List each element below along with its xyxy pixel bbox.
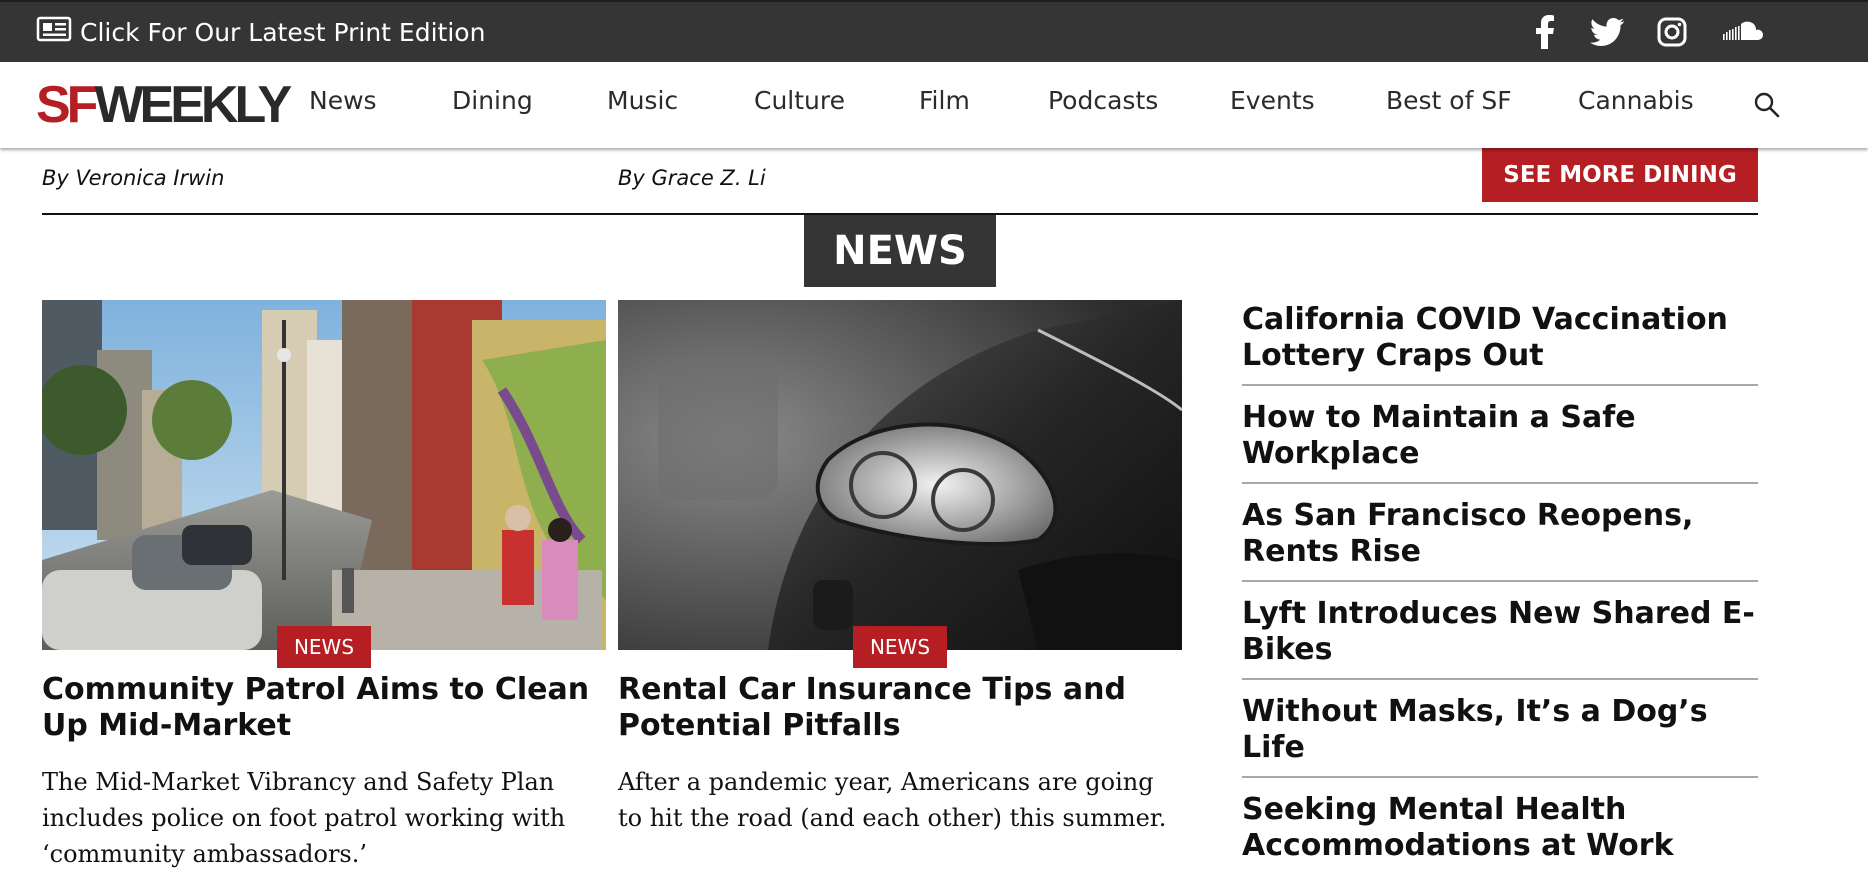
nav-item-events[interactable]: Events bbox=[1230, 86, 1315, 115]
nav-item-film[interactable]: Film bbox=[919, 86, 970, 115]
headline-item[interactable]: As San Francisco Reopens, Rents Rise bbox=[1242, 494, 1758, 582]
nav-item-news[interactable]: News bbox=[309, 86, 377, 115]
article-description: The Mid-Market Vibrancy and Safety Plan … bbox=[42, 768, 566, 868]
nav-item-podcasts[interactable]: Podcasts bbox=[1048, 86, 1158, 115]
nav-item-music[interactable]: Music bbox=[607, 86, 678, 115]
instagram-icon[interactable] bbox=[1656, 12, 1688, 52]
sf-weekly-logo[interactable]: SFWEEKLY bbox=[36, 79, 292, 131]
nav-item-culture[interactable]: Culture bbox=[754, 86, 845, 115]
see-more-dining-button[interactable]: SEE MORE DINING bbox=[1482, 148, 1758, 202]
twitter-icon[interactable] bbox=[1590, 12, 1624, 52]
nav-item-cannabis[interactable]: Cannabis bbox=[1578, 86, 1694, 115]
article-tag-news[interactable]: NEWS bbox=[853, 626, 947, 668]
nav-item-dining[interactable]: Dining bbox=[452, 86, 533, 115]
search-icon[interactable] bbox=[1752, 90, 1782, 120]
article-image-rental-car[interactable] bbox=[618, 300, 1182, 650]
article-description: After a pandemic year, Americans are goi… bbox=[618, 768, 1167, 832]
nav-item-best-of-sf[interactable]: Best of SF bbox=[1386, 86, 1512, 115]
byline-author-2[interactable]: By Grace Z. Li bbox=[618, 166, 766, 190]
article-title[interactable]: Community Patrol Aims to Clean Up Mid-Ma… bbox=[42, 672, 622, 744]
top-bar: Click For Our Latest Print Edition bbox=[0, 0, 1868, 62]
print-edition-link[interactable]: Click For Our Latest Print Edition bbox=[36, 14, 485, 50]
facebook-icon[interactable] bbox=[1530, 12, 1560, 52]
section-title: NEWS bbox=[804, 215, 996, 287]
article-tag-news[interactable]: NEWS bbox=[277, 626, 371, 668]
article-image-mid-market[interactable] bbox=[42, 300, 606, 650]
soundcloud-icon[interactable] bbox=[1720, 12, 1764, 52]
headline-list: California COVID Vaccination Lottery Cra… bbox=[1242, 298, 1758, 884]
headline-item[interactable]: Seeking Mental Health Accommodations at … bbox=[1242, 788, 1758, 874]
headline-item[interactable]: How to Maintain a Safe Workplace bbox=[1242, 396, 1758, 484]
byline-author-1[interactable]: By Veronica Irwin bbox=[42, 166, 224, 190]
newspaper-icon bbox=[36, 16, 80, 48]
headline-item[interactable]: Lyft Introduces New Shared E-Bikes bbox=[1242, 592, 1758, 680]
article-title[interactable]: Rental Car Insurance Tips and Potential … bbox=[618, 672, 1198, 744]
main-navigation: SFWEEKLY News Dining Music Culture Film … bbox=[0, 62, 1868, 148]
print-edition-label: Click For Our Latest Print Edition bbox=[80, 17, 486, 47]
headline-item[interactable]: California COVID Vaccination Lottery Cra… bbox=[1242, 298, 1758, 386]
headline-item[interactable]: Without Masks, It’s a Dog’s Life bbox=[1242, 690, 1758, 778]
